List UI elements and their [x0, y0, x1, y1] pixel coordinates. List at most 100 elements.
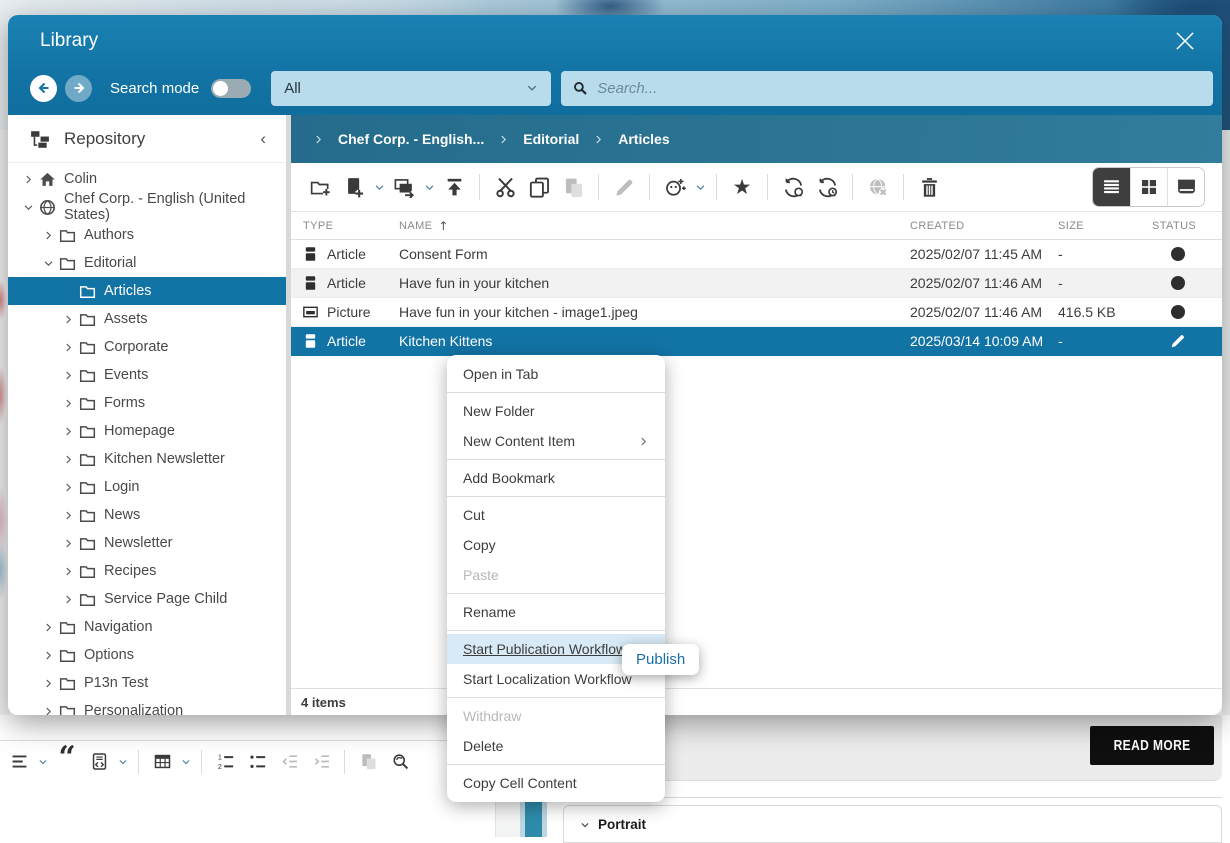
new-media-icon[interactable]	[387, 170, 421, 204]
menu-item-new-content-item[interactable]: New Content Item	[447, 426, 665, 456]
thumbnail-view-icon[interactable]	[1130, 168, 1167, 206]
tree-item-navigation[interactable]: Navigation	[8, 613, 286, 641]
cell-name: Consent Form	[399, 246, 910, 262]
chevron-right-icon[interactable]	[60, 311, 76, 327]
chevron-down-icon[interactable]	[40, 255, 56, 271]
tree-item-colin[interactable]: Colin	[8, 165, 286, 193]
menu-item-add-bookmark[interactable]: Add Bookmark	[447, 463, 665, 493]
tree-item-forms[interactable]: Forms	[8, 389, 286, 417]
chevron-right-icon[interactable]	[60, 479, 76, 495]
chevron-down-icon[interactable]	[692, 172, 708, 202]
tree-item-kitchen-newsletter[interactable]: Kitchen Newsletter	[8, 445, 286, 473]
repository-title: Repository	[64, 129, 145, 149]
tree-item-news[interactable]: News	[8, 501, 286, 529]
search-input[interactable]: Search...	[561, 71, 1213, 106]
start-localization-workflow-icon[interactable]	[810, 170, 844, 204]
toolbar-separator	[716, 174, 717, 200]
chevron-right-icon[interactable]	[40, 619, 56, 635]
card-view-icon[interactable]	[1167, 168, 1204, 206]
tree-item-assets[interactable]: Assets	[8, 305, 286, 333]
tree-item-corporate[interactable]: Corporate	[8, 333, 286, 361]
portrait-panel-header[interactable]: Portrait	[564, 806, 1221, 843]
ordered-list-icon[interactable]	[210, 747, 240, 777]
chevron-right-icon[interactable]	[60, 563, 76, 579]
delete-trash-icon[interactable]	[912, 170, 946, 204]
find-replace-icon[interactable]	[385, 747, 415, 777]
chevron-down-icon[interactable]	[179, 749, 193, 775]
breadcrumb-item-site[interactable]: Chef Corp. - English...	[338, 131, 484, 147]
chevron-right-icon[interactable]	[40, 227, 56, 243]
personalization-icon[interactable]	[658, 170, 692, 204]
blockquote-icon[interactable]: “	[52, 747, 82, 777]
menu-item-rename[interactable]: Rename	[447, 597, 665, 627]
chevron-down-icon[interactable]	[116, 749, 130, 775]
tree-item-homepage[interactable]: Homepage	[8, 417, 286, 445]
breadcrumb-item-editorial[interactable]: Editorial	[523, 131, 579, 147]
tree-item-newsletter[interactable]: Newsletter	[8, 529, 286, 557]
new-content-item-icon[interactable]	[337, 170, 371, 204]
copy-icon[interactable]	[522, 170, 556, 204]
menu-item-copy[interactable]: Copy	[447, 530, 665, 560]
chevron-right-icon[interactable]	[60, 535, 76, 551]
menu-item-delete[interactable]: Delete	[447, 731, 665, 761]
chevron-down-icon[interactable]	[421, 172, 437, 202]
chevron-right-icon[interactable]	[60, 339, 76, 355]
menu-item-open-in-tab[interactable]: Open in Tab	[447, 359, 665, 389]
menu-item-cut[interactable]: Cut	[447, 500, 665, 530]
chevron-right-icon[interactable]	[60, 591, 76, 607]
tree-item-service-page-child[interactable]: Service Page Child	[8, 585, 286, 613]
tree-item-p13n-test[interactable]: P13n Test	[8, 669, 286, 697]
tree-item-options[interactable]: Options	[8, 641, 286, 669]
tree-item-login[interactable]: Login	[8, 473, 286, 501]
table-row-have-fun-image[interactable]: Picture Have fun in your kitchen - image…	[291, 298, 1222, 327]
chevron-down-icon[interactable]	[36, 749, 50, 775]
table-row-consent-form[interactable]: Article Consent Form 2025/02/07 11:45 AM…	[291, 240, 1222, 269]
table-icon[interactable]	[147, 747, 177, 777]
upload-icon[interactable]	[437, 170, 471, 204]
column-header-name[interactable]: NAME↑	[399, 219, 910, 233]
tree-item-articles[interactable]: Articles	[8, 277, 286, 305]
cut-icon[interactable]	[488, 170, 522, 204]
chevron-right-icon[interactable]	[60, 367, 76, 383]
chevron-right-icon[interactable]	[60, 451, 76, 467]
column-header-type[interactable]: TYPE	[303, 220, 399, 232]
chevron-down-icon[interactable]	[20, 199, 36, 215]
chevron-right-icon[interactable]	[40, 675, 56, 691]
chevron-right-icon[interactable]	[40, 647, 56, 663]
chevron-right-icon[interactable]	[40, 703, 56, 715]
content-type-filter-dropdown[interactable]: All	[271, 71, 551, 106]
tree-item-editorial[interactable]: Editorial	[8, 249, 286, 277]
table-row-kitchen-kittens[interactable]: Article Kitchen Kittens 2025/03/14 10:09…	[291, 327, 1222, 356]
forward-button[interactable]	[65, 75, 92, 102]
collapse-panel-button[interactable]: ‹	[254, 126, 272, 151]
chevron-down-icon[interactable]	[371, 172, 387, 202]
table-row-have-fun[interactable]: Article Have fun in your kitchen 2025/02…	[291, 269, 1222, 298]
menu-item-new-folder[interactable]: New Folder	[447, 396, 665, 426]
column-header-size[interactable]: SIZE	[1058, 220, 1146, 232]
breadcrumb-item-articles[interactable]: Articles	[618, 131, 669, 147]
chevron-right-icon[interactable]	[60, 423, 76, 439]
list-view-icon[interactable]	[1093, 168, 1130, 206]
column-header-created[interactable]: CREATED	[910, 220, 1058, 232]
chevron-right-icon[interactable]	[60, 395, 76, 411]
tree-item-authors[interactable]: Authors	[8, 221, 286, 249]
chevron-right-icon[interactable]	[60, 507, 76, 523]
read-more-button[interactable]: READ MORE	[1090, 726, 1214, 765]
close-icon[interactable]	[1170, 26, 1200, 56]
folder-icon	[79, 283, 96, 300]
tree-item-chef-corp[interactable]: Chef Corp. - English (United States)	[8, 193, 286, 221]
chevron-right-icon[interactable]	[20, 171, 36, 187]
alignment-icon[interactable]	[4, 747, 34, 777]
code-block-icon[interactable]	[84, 747, 114, 777]
column-header-status[interactable]: STATUS	[1146, 220, 1222, 232]
unordered-list-icon[interactable]	[242, 747, 272, 777]
start-publication-workflow-icon[interactable]	[776, 170, 810, 204]
new-folder-icon[interactable]	[303, 170, 337, 204]
menu-item-copy-cell-content[interactable]: Copy Cell Content	[447, 768, 665, 798]
tree-item-recipes[interactable]: Recipes	[8, 557, 286, 585]
back-button[interactable]	[30, 75, 57, 102]
search-mode-toggle[interactable]	[211, 79, 251, 98]
bookmark-star-icon[interactable]: ★	[725, 170, 759, 204]
tree-item-personalization[interactable]: Personalization	[8, 697, 286, 715]
tree-item-events[interactable]: Events	[8, 361, 286, 389]
